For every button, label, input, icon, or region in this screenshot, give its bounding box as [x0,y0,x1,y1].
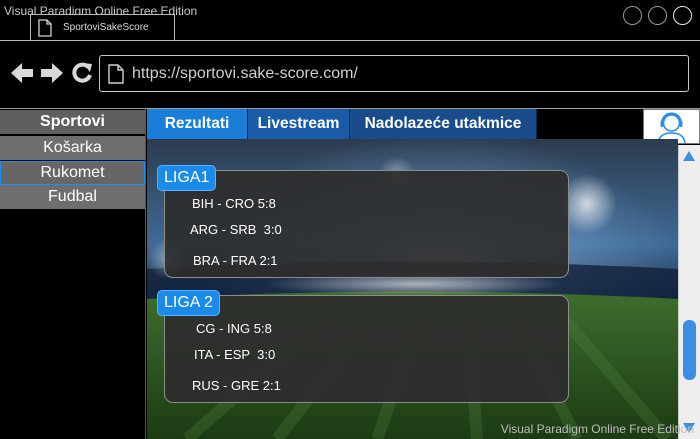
page-icon [108,64,124,89]
league-card: LIGA1 BIH - CRO 5:8 ARG - SRB 3:0 BRA - … [157,165,569,278]
window-maximize-button[interactable] [648,6,667,25]
forward-arrow-icon[interactable] [40,62,64,89]
match-result: ARG - SRB 3:0 [190,222,282,237]
window-minimize-button[interactable] [623,6,642,25]
document-icon [38,19,52,42]
browser-tab[interactable]: SportoviSakeScore [30,14,175,40]
sidebar: Sportovi Košarka Rukomet Fudbal [0,109,146,439]
tabstrip-divider [0,40,700,41]
match-result: BRA - FRA 2:1 [193,253,278,268]
match-result: CG - ING 5:8 [196,321,272,336]
league-card: LIGA 2 CG - ING 5:8 ITA - ESP 3:0 RUS - … [157,290,569,403]
refresh-icon[interactable] [71,62,93,89]
tab-rezultati[interactable]: Rezultati [147,109,248,139]
sidebar-item-fudbal[interactable]: Fudbal [0,185,145,209]
sidebar-item-sportovi[interactable]: Sportovi [0,110,145,134]
watermark-bottom: Visual Paradigm Online Free Edition [500,422,694,436]
match-result: RUS - GRE 2:1 [192,378,281,393]
league-title: LIGA1 [157,165,217,191]
tab-nadolazece-utakmice[interactable]: Nadolazeće utakmice [350,109,537,139]
results-panel: LIGA1 BIH - CRO 5:8 ARG - SRB 3:0 BRA - … [147,139,678,439]
tab-title: SportoviSakeScore [63,22,149,33]
address-bar[interactable]: https://sportovi.sake-score.com/ [99,55,689,92]
sidebar-item-rukomet[interactable]: Rukomet [0,161,145,185]
tab-livestream[interactable]: Livestream [248,109,350,139]
back-arrow-icon[interactable] [10,62,34,89]
match-result: BIH - CRO 5:8 [192,196,276,211]
league-title: LIGA 2 [157,290,220,316]
match-result: ITA - ESP 3:0 [194,347,276,362]
sidebar-item-kosarka[interactable]: Košarka [0,136,145,160]
scroll-up-arrow-icon[interactable] [683,151,695,161]
main-menu: Rezultati Livestream Nadolazeće utakmice [147,109,537,139]
vertical-scrollbar[interactable] [678,145,700,439]
scrollbar-thumb[interactable] [683,320,696,380]
url-text[interactable]: https://sportovi.sake-score.com/ [132,65,358,83]
window-close-button[interactable] [673,6,692,25]
